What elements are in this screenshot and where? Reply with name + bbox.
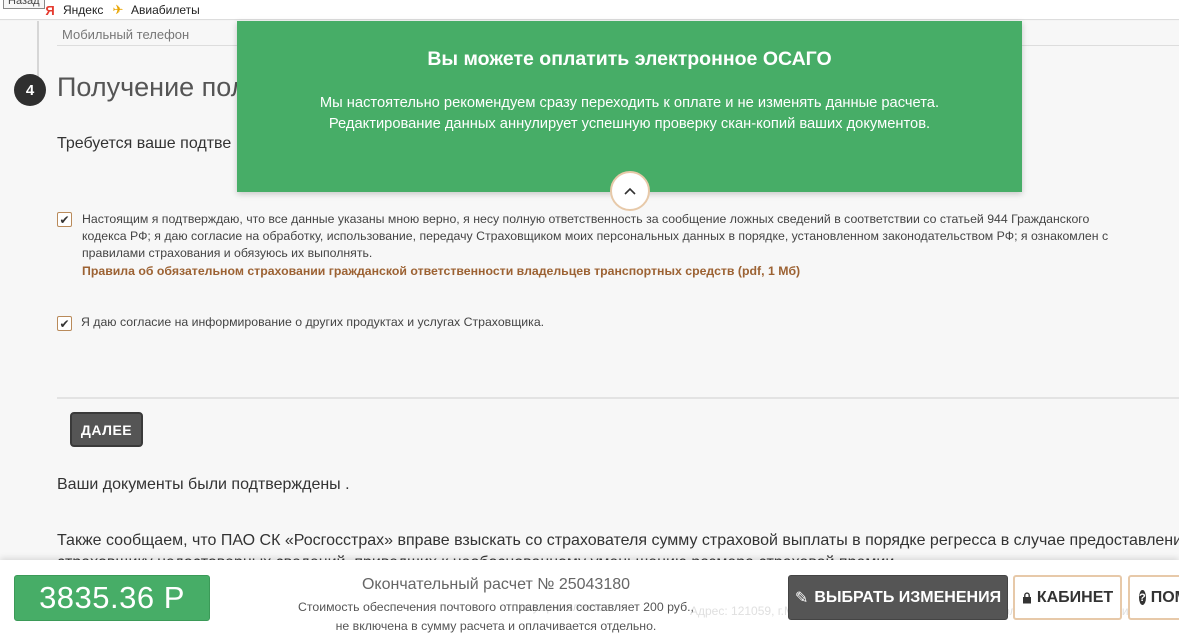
insurance-rules-link[interactable]: Правила об обязательном страховании граж…: [82, 264, 800, 278]
marketing-consent-checkbox[interactable]: ✔: [57, 316, 72, 331]
bookmark-label: Яндекс: [63, 3, 104, 17]
bookmark-avia[interactable]: ✈ Авиабилеты: [110, 0, 200, 20]
lock-icon: [1022, 591, 1031, 603]
next-button[interactable]: ДАЛЕЕ: [70, 412, 143, 447]
calculation-note: Стоимость обеспечения почтового отправле…: [246, 598, 746, 636]
checkmark-icon: ✔: [59, 212, 70, 227]
cabinet-label: КАБИНЕТ: [1036, 588, 1114, 606]
step-number-badge: 4: [14, 74, 46, 106]
note-line: не включена в сумму расчета и оплачивает…: [335, 619, 657, 633]
agreement-line: кодекса РФ; я даю согласие на обработку,…: [82, 229, 1109, 243]
collapse-banner-button[interactable]: [610, 171, 650, 211]
bookmark-label: Авиабилеты: [131, 3, 200, 17]
confirmation-required-text: Требуется ваше подтве: [57, 135, 232, 152]
pencil-icon: ✎: [794, 589, 809, 607]
bookmark-yandex[interactable]: Я Яндекс: [42, 0, 103, 20]
step-title: Получение пол: [57, 72, 247, 102]
marketing-consent-text: Я даю согласие на информирование о други…: [81, 315, 545, 329]
checkmark-icon: ✔: [59, 316, 70, 331]
banner-text: Мы настоятельно рекомендуем сразу перехо…: [237, 93, 1022, 135]
select-changes-button[interactable]: ✎ ВЫБРАТЬ ИЗМЕНЕНИЯ: [788, 575, 1008, 620]
cabinet-button[interactable]: КАБИНЕТ: [1013, 575, 1122, 620]
regress-line: Также сообщаем, что ПАО СК «Росгосстрах»…: [57, 532, 1179, 549]
select-changes-label: ВЫБРАТЬ ИЗМЕНЕНИЯ: [814, 588, 1002, 606]
agreement-checkbox[interactable]: ✔: [57, 212, 72, 227]
help-label: ПОМОЩЬ: [1150, 588, 1179, 606]
back-tooltip: Назад: [3, 0, 45, 9]
banner-line: Редактирование данных аннулирует успешну…: [328, 116, 931, 132]
chevron-up-icon: [624, 187, 636, 195]
documents-confirmed-text: Ваши документы были подтверждены .: [57, 476, 350, 493]
bottom-bar: осуществляется Адрес: 121059, г.Москва, …: [0, 560, 1179, 644]
agreement-line: Настоящим я подтверждаю, что все данные …: [82, 212, 1090, 226]
airplane-icon: ✈: [112, 2, 124, 17]
section-divider: [57, 397, 1179, 399]
note-line: Стоимость обеспечения почтового отправле…: [298, 600, 694, 614]
banner-line: Мы настоятельно рекомендуем сразу перехо…: [319, 95, 940, 111]
bookmarks-bar: Я Яндекс ✈ Авиабилеты Назад: [0, 0, 1179, 20]
total-price: 3835.36 Р: [14, 575, 210, 621]
banner-title: Вы можете оплатить электронное ОСАГО: [427, 48, 832, 70]
question-icon: ?: [1139, 590, 1146, 605]
mobile-phone-field[interactable]: Мобильный телефон: [62, 27, 189, 42]
calculation-title: Окончательный расчет № 25043180: [361, 576, 631, 593]
help-button[interactable]: ? ПОМОЩЬ: [1128, 575, 1179, 620]
payment-notice-banner: Вы можете оплатить электронное ОСАГО Мы …: [237, 21, 1022, 192]
agreement-line: правилами страхования и обязуюсь их выпо…: [82, 246, 373, 260]
agreement-text: Настоящим я подтверждаю, что все данные …: [82, 211, 1179, 262]
